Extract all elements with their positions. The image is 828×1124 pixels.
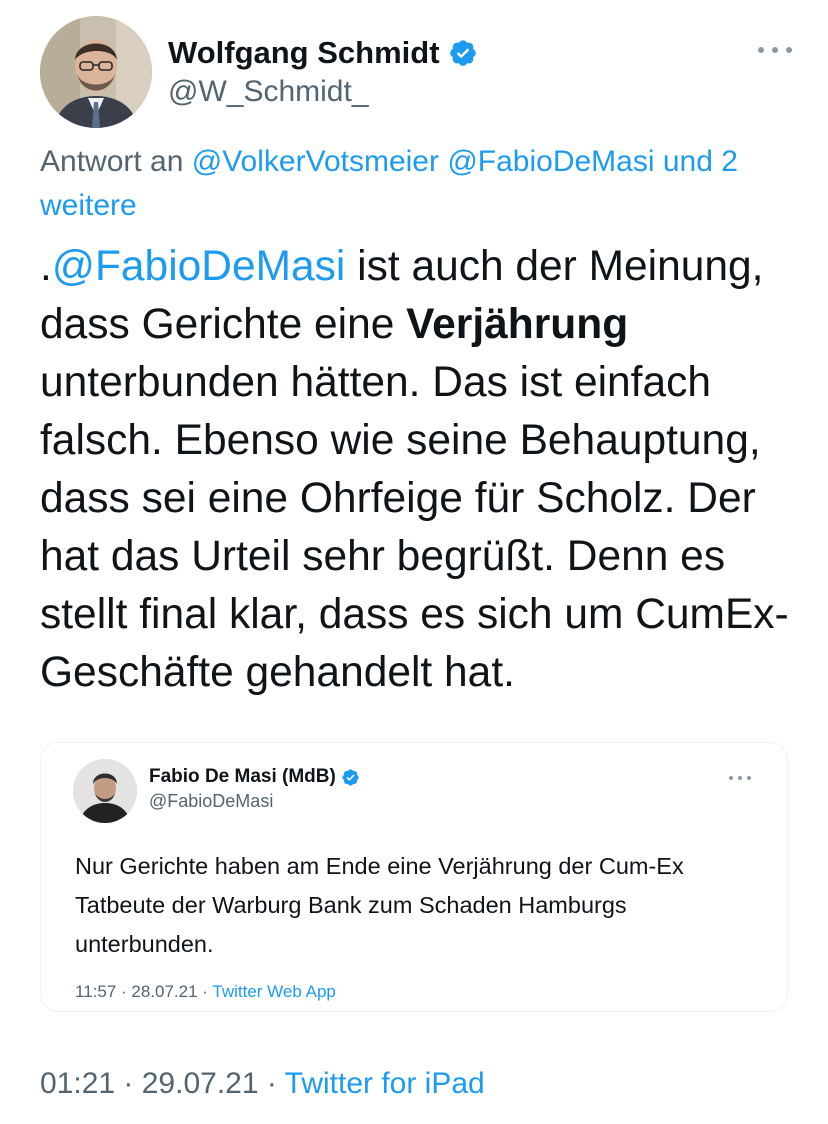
quoted-tweet-text: Nur Gerichte haben am Ende eine Verjähru… — [75, 853, 684, 957]
tweet-text-bold: Verjährung — [406, 301, 629, 348]
quoted-tweet-time[interactable]: 11:57 — [75, 982, 116, 1001]
quoted-author-name[interactable]: Fabio De Masi (MdB) — [149, 765, 336, 789]
tweet-text-part2: unterbunden hätten. Das ist einfach fals… — [40, 359, 789, 696]
more-horizontal-icon[interactable] — [758, 40, 792, 60]
author-name[interactable]: Wolfgang Schmidt — [168, 34, 440, 72]
tweet-date[interactable]: 29.07.21 — [142, 1067, 259, 1100]
author-name-row[interactable]: Wolfgang Schmidt — [168, 34, 478, 72]
tweet-header: Wolfgang Schmidt @W_Schmidt_ — [40, 16, 800, 128]
quoted-author-name-row[interactable]: Fabio De Masi (MdB) — [149, 765, 360, 789]
meta-separator: · — [258, 1067, 285, 1100]
reply-to-prefix: Antwort an — [40, 145, 192, 178]
quoted-tweet[interactable]: Fabio De Masi (MdB) @FabioDeMasi Nur Ger… — [40, 742, 788, 1012]
tweet-source[interactable]: Twitter for iPad — [285, 1067, 485, 1100]
tweet-time[interactable]: 01:21 — [40, 1067, 115, 1100]
tweet-text: .@FabioDeMasi ist auch der Meinung, dass… — [40, 238, 810, 702]
author-info: Wolfgang Schmidt @W_Schmidt_ — [168, 34, 478, 112]
author-avatar[interactable] — [40, 16, 152, 128]
more-dot — [786, 47, 792, 53]
more-dot — [758, 47, 764, 53]
tweet-meta: 01:21 · 29.07.21 · Twitter for iPad — [40, 1064, 485, 1104]
quoted-author-info: Fabio De Masi (MdB) @FabioDeMasi — [149, 765, 360, 813]
meta-separator: · — [115, 1067, 142, 1100]
verified-badge-icon — [341, 768, 360, 787]
tweet-text-lead: . — [40, 243, 52, 290]
more-dot — [729, 776, 733, 780]
reply-mention-fabiodemasi[interactable]: @FabioDeMasi — [447, 145, 654, 178]
more-horizontal-icon[interactable] — [729, 773, 751, 783]
reply-mention-volkervotsmeier[interactable]: @VolkerVotsmeier — [192, 145, 439, 178]
more-dot — [738, 776, 742, 780]
quoted-tweet-date[interactable]: 28.07.21 — [131, 982, 197, 1001]
quoted-author-handle[interactable]: @FabioDeMasi — [149, 789, 360, 813]
quoted-tweet-meta: 11:57 · 28.07.21 · Twitter Web App — [75, 981, 336, 1003]
meta-separator: · — [116, 982, 132, 1001]
reply-to-line: Antwort an @VolkerVotsmeier @FabioDeMasi… — [40, 140, 800, 228]
verified-badge-icon — [448, 38, 478, 68]
quoted-author-avatar[interactable] — [73, 759, 137, 823]
more-dot — [747, 776, 751, 780]
more-dot — [772, 47, 778, 53]
author-handle[interactable]: @W_Schmidt_ — [168, 72, 478, 112]
tweet-mention-fabiodemasi[interactable]: @FabioDeMasi — [52, 243, 346, 290]
quoted-tweet-source[interactable]: Twitter Web App — [212, 982, 335, 1001]
meta-separator: · — [197, 982, 213, 1001]
